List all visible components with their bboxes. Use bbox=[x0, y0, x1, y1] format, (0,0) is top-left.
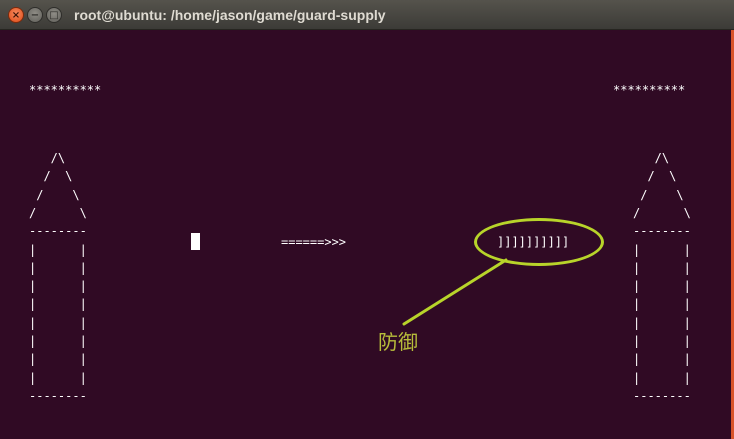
terminal-content[interactable]: ********** ********** /\ / \ / \ / \ -----… bbox=[0, 30, 731, 439]
annotation-label: 防御 bbox=[378, 330, 418, 354]
annotation-pointer-line bbox=[402, 258, 508, 326]
close-button[interactable]: × bbox=[8, 7, 24, 23]
terminal-window: × − □ root@ubuntu: /home/jason/game/guar… bbox=[0, 0, 734, 439]
window-title: root@ubuntu: /home/jason/game/guard-supp… bbox=[74, 7, 386, 23]
maximize-button[interactable]: □ bbox=[46, 7, 62, 23]
maximize-icon: □ bbox=[49, 10, 59, 21]
close-icon: × bbox=[11, 10, 21, 21]
minimize-button[interactable]: − bbox=[27, 7, 43, 23]
minimize-icon: − bbox=[30, 10, 40, 21]
title-bar[interactable]: × − □ root@ubuntu: /home/jason/game/guar… bbox=[0, 0, 734, 30]
